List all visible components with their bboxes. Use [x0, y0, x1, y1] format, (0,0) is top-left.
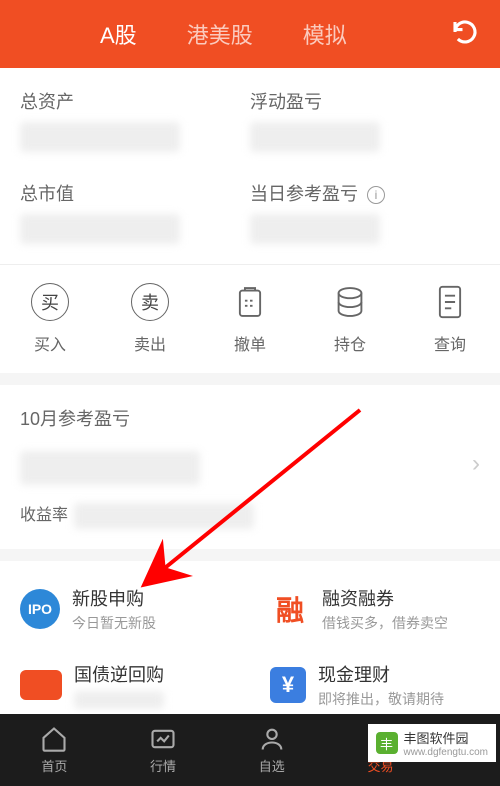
margin-icon: 融	[270, 589, 310, 629]
bond-title: 国债逆回购	[74, 661, 164, 687]
yield-value	[74, 503, 254, 529]
ipo-title: 新股申购	[72, 585, 156, 611]
buy-label: 买入	[34, 331, 66, 355]
ipo-feature[interactable]: IPO 新股申购 今日暂无新股	[0, 571, 250, 647]
header-tabs: A股 港美股 模拟	[100, 18, 450, 50]
position-button[interactable]: 持仓	[300, 283, 400, 355]
cancel-order-button[interactable]: 撤单	[200, 283, 300, 355]
ipo-sub: 今日暂无新股	[72, 613, 156, 633]
floating-pnl-label: 浮动盈亏	[250, 88, 480, 114]
buy-icon: 买	[31, 283, 69, 321]
sell-label: 卖出	[134, 331, 166, 355]
tab-simulation[interactable]: 模拟	[303, 18, 347, 50]
watermark: 丰 丰图软件园 www.dgfengtu.com	[368, 724, 497, 762]
position-icon	[334, 283, 366, 321]
position-label: 持仓	[334, 331, 366, 355]
cancel-icon	[234, 283, 266, 321]
watermark-icon: 丰	[376, 732, 398, 754]
query-label: 查询	[434, 331, 466, 355]
margin-sub: 借钱买多，借券卖空	[322, 613, 448, 633]
refresh-button[interactable]	[450, 17, 480, 52]
market-value-label: 总市值	[20, 180, 250, 206]
floating-pnl-value	[250, 122, 380, 152]
bond-feature[interactable]: 国债逆回购	[0, 647, 250, 723]
chevron-right-icon: ›	[472, 450, 480, 478]
sell-button[interactable]: 卖 卖出	[100, 283, 200, 355]
monthly-pnl-panel[interactable]: 10月参考盈亏 › 收益率	[0, 385, 500, 549]
buy-button[interactable]: 买 买入	[0, 283, 100, 355]
margin-title: 融资融券	[322, 585, 448, 611]
market-value-value	[20, 214, 180, 244]
nav-home-label: 首页	[41, 756, 67, 775]
daily-ref-label: 当日参考盈亏 i	[250, 180, 480, 206]
cancel-label: 撤单	[234, 331, 266, 355]
nav-optional-label: 自选	[259, 756, 285, 775]
nav-market-label: 行情	[150, 756, 176, 775]
nav-home[interactable]: 首页	[0, 714, 109, 786]
tab-a-stock[interactable]: A股	[100, 18, 137, 50]
query-button[interactable]: 查询	[400, 283, 500, 355]
yield-row: 收益率	[20, 501, 480, 529]
tab-hk-us-stock[interactable]: 港美股	[187, 18, 253, 50]
cash-icon: ¥	[270, 667, 306, 703]
nav-market[interactable]: 行情	[109, 714, 218, 786]
bond-icon	[20, 670, 62, 700]
top-header: A股 港美股 模拟	[0, 0, 500, 68]
daily-ref-value	[250, 214, 380, 244]
cash-sub: 即将推出，敬请期待	[318, 689, 444, 709]
total-asset-label: 总资产	[20, 88, 250, 114]
info-icon[interactable]: i	[367, 186, 385, 204]
monthly-value	[20, 451, 200, 485]
margin-feature[interactable]: 融 融资融券 借钱买多，借券卖空	[250, 571, 500, 647]
nav-optional[interactable]: 自选	[217, 714, 326, 786]
asset-panel: 总资产 浮动盈亏 总市值 当日参考盈亏 i	[0, 68, 500, 264]
query-icon	[434, 283, 466, 321]
cash-title: 现金理财	[318, 661, 444, 687]
watermark-url: www.dgfengtu.com	[404, 747, 489, 758]
cash-feature[interactable]: ¥ 现金理财 即将推出，敬请期待	[250, 647, 500, 723]
watermark-title: 丰图软件园	[404, 728, 489, 747]
action-bar: 买 买入 卖 卖出 撤单 持仓 查询	[0, 264, 500, 373]
ipo-icon: IPO	[20, 589, 60, 629]
sell-icon: 卖	[131, 283, 169, 321]
total-asset-value	[20, 122, 180, 152]
features-panel: IPO 新股申购 今日暂无新股 融 融资融券 借钱买多，借券卖空 国债逆回购 ¥	[0, 561, 500, 733]
monthly-label: 10月参考盈亏	[20, 405, 480, 431]
bond-sub	[74, 691, 164, 709]
